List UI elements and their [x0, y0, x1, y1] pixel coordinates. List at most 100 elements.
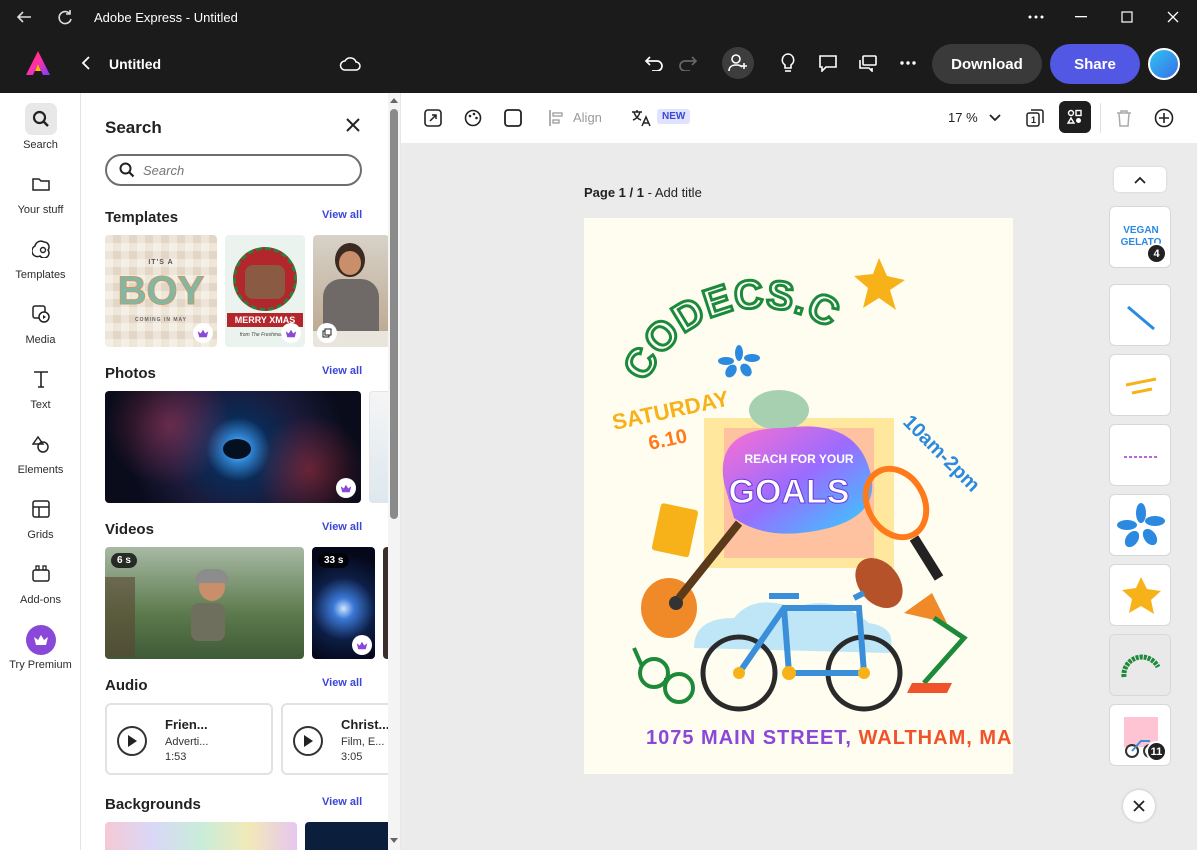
user-avatar[interactable]: [1148, 48, 1180, 80]
rail-item-your-stuff[interactable]: Your stuff: [0, 168, 81, 216]
panel-scrollbar[interactable]: [388, 93, 400, 850]
video-thumb-tunnel[interactable]: 33 s: [312, 547, 375, 659]
present-icon[interactable]: [857, 52, 879, 74]
more-menu-icon[interactable]: [897, 52, 919, 74]
videos-view-all-link[interactable]: View all: [322, 521, 362, 533]
photo-thumb-eye[interactable]: [105, 391, 361, 503]
share-button[interactable]: Share: [1050, 44, 1140, 84]
undo-icon[interactable]: [643, 52, 665, 74]
poster-headline2: GOALS: [729, 473, 850, 511]
rail-item-templates[interactable]: Templates: [0, 233, 81, 281]
template-boy-line1: IT'S A: [148, 259, 174, 266]
align-icon[interactable]: [545, 107, 567, 129]
video-thumb-bike[interactable]: 6 s: [105, 547, 304, 659]
layer-thumb-8[interactable]: 11: [1109, 704, 1171, 766]
photos-view-all-link[interactable]: View all: [322, 365, 362, 377]
poster-date-line2: 6.10: [646, 425, 689, 455]
chevron-left-icon[interactable]: [75, 52, 97, 74]
page-label[interactable]: Page 1 / 1 - Add title: [584, 185, 702, 200]
chevron-down-icon[interactable]: [984, 107, 1006, 129]
video-duration-badge: 33 s: [318, 553, 350, 568]
cloud-icon[interactable]: [339, 52, 361, 74]
trash-icon[interactable]: [1113, 107, 1135, 129]
template-thumb-xmas[interactable]: MERRY XMAS from The Freshmakers: [225, 235, 305, 347]
premium-crown-icon: [352, 635, 372, 655]
page-add-title[interactable]: - Add title: [644, 185, 702, 200]
layer-thumb-1[interactable]: VEGAN GELATO 4: [1109, 206, 1171, 268]
layer1-line1: VEGAN: [1123, 225, 1159, 236]
download-button[interactable]: Download: [932, 44, 1042, 84]
search-icon: [24, 103, 57, 135]
templates-icon: [25, 233, 57, 265]
pages-icon[interactable]: 1: [1024, 107, 1046, 129]
play-icon[interactable]: [293, 726, 323, 756]
templates-view-all-link[interactable]: View all: [322, 209, 362, 221]
template-thumb-cooking[interactable]: [313, 235, 389, 347]
layer-thumb-6[interactable]: [1109, 564, 1171, 626]
layer-thumb-2[interactable]: [1109, 284, 1171, 346]
search-field[interactable]: [105, 154, 362, 186]
rail-item-elements[interactable]: Elements: [0, 428, 81, 476]
adobe-express-logo-icon[interactable]: [24, 50, 52, 76]
rail-item-addons[interactable]: Add-ons: [0, 558, 81, 606]
resize-icon[interactable]: [422, 107, 444, 129]
close-layers-button[interactable]: [1123, 790, 1155, 822]
close-window-icon[interactable]: [1150, 0, 1196, 34]
translate-icon[interactable]: [630, 107, 652, 129]
backgrounds-view-all-link[interactable]: View all: [322, 796, 362, 808]
layers-scroll-up-button[interactable]: [1114, 167, 1166, 192]
layer-group-count: 11: [1146, 741, 1167, 762]
refresh-icon[interactable]: [56, 8, 74, 26]
rail-label-try-premium: Try Premium: [9, 659, 72, 671]
premium-crown-icon: [193, 323, 213, 343]
add-icon[interactable]: [1153, 107, 1175, 129]
invite-user-icon[interactable]: [722, 47, 754, 79]
grids-icon: [25, 493, 57, 525]
layers-icon[interactable]: [1059, 101, 1091, 133]
rail-label-media: Media: [25, 334, 56, 346]
audio-card[interactable]: Christ... Film, E... 3:05: [281, 703, 400, 775]
rail-label-addons: Add-ons: [20, 594, 61, 606]
background-thumb-holo[interactable]: [105, 822, 297, 850]
more-options-icon[interactable]: [1013, 0, 1059, 34]
poster-arc-text: CODECS.COM: [584, 218, 847, 389]
rail-item-try-premium[interactable]: Try Premium: [0, 625, 81, 671]
back-arrow-icon[interactable]: [15, 8, 33, 26]
rail-item-text[interactable]: Text: [0, 363, 81, 411]
rail-item-grids[interactable]: Grids: [0, 493, 81, 541]
rail-label-search: Search: [23, 139, 58, 151]
rail-item-media[interactable]: Media: [0, 298, 81, 346]
align-label[interactable]: Align: [573, 110, 602, 125]
square-shape-icon[interactable]: [502, 107, 524, 129]
audio-view-all-link[interactable]: View all: [322, 677, 362, 689]
maximize-icon[interactable]: [1104, 0, 1150, 34]
layer-thumb-4[interactable]: [1109, 424, 1171, 486]
background-thumb-dark[interactable]: [305, 822, 393, 850]
template-thumb-boy[interactable]: IT'S A BOY COMING IN MAY: [105, 235, 217, 347]
poster-page[interactable]: CODECS.COM SATURDAY 6.10 10am-2pm REACH …: [584, 218, 1013, 774]
svg-text:1075 MAIN STREET, WALTHAM, MA: 1075 MAIN STREET, WALTHAM, MA: [646, 727, 1012, 749]
play-icon[interactable]: [117, 726, 147, 756]
document-title[interactable]: Untitled: [109, 56, 161, 72]
minimize-icon[interactable]: [1058, 0, 1104, 34]
media-icon: [25, 298, 57, 330]
audio-duration: 1:53: [165, 751, 187, 763]
audio-card[interactable]: Frien... Adverti... 1:53: [105, 703, 273, 775]
audio-category: Adverti...: [165, 736, 209, 748]
color-palette-icon[interactable]: [462, 107, 484, 129]
layer-thumb-5[interactable]: [1109, 494, 1171, 556]
video-duration-badge: 6 s: [111, 553, 137, 568]
svg-text:CODECS.COM: CODECS.COM: [584, 218, 847, 387]
search-input[interactable]: [143, 161, 343, 179]
layer-thumb-3[interactable]: [1109, 354, 1171, 416]
scrollbar-thumb[interactable]: [390, 109, 398, 519]
layer-thumb-7[interactable]: [1109, 634, 1171, 696]
search-panel: Search Templates View all IT'S A BOY COM…: [81, 93, 401, 850]
rail-item-search[interactable]: Search: [0, 103, 81, 151]
redo-icon[interactable]: [677, 52, 699, 74]
zoom-level[interactable]: 17 %: [948, 110, 978, 125]
window-title: Adobe Express - Untitled: [94, 10, 238, 25]
lightbulb-icon[interactable]: [777, 52, 799, 74]
comment-icon[interactable]: [817, 52, 839, 74]
close-panel-icon[interactable]: [343, 115, 363, 135]
